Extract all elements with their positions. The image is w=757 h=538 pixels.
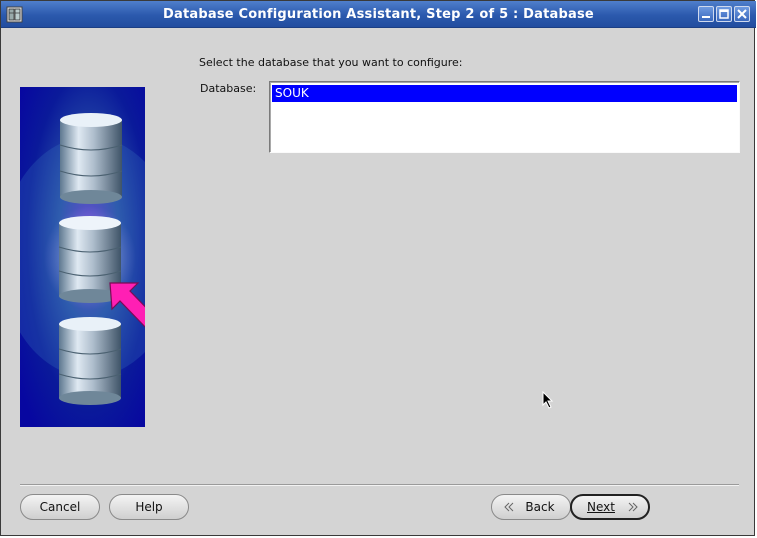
maximize-button[interactable]	[716, 6, 732, 22]
help-button-label: Help	[135, 500, 163, 514]
back-button[interactable]: Back	[491, 494, 571, 520]
title-bar[interactable]: Database Configuration Assistant, Step 2…	[1, 1, 756, 28]
cancel-button-label: Cancel	[39, 500, 81, 514]
next-button[interactable]: Next	[570, 494, 650, 520]
database-label: Database:	[200, 82, 257, 95]
database-list-item[interactable]: SOUK	[272, 85, 737, 102]
chevron-right-icon	[628, 502, 638, 512]
chevron-left-icon	[504, 502, 514, 512]
database-icon	[59, 113, 123, 204]
mouse-pointer-icon	[542, 391, 554, 409]
window-title: Database Configuration Assistant, Step 2…	[163, 7, 594, 22]
dialog-window: Database Configuration Assistant, Step 2…	[0, 0, 756, 536]
button-separator	[20, 484, 739, 486]
minimize-button[interactable]	[698, 6, 714, 22]
minimize-icon	[702, 16, 710, 18]
side-illustration	[20, 87, 145, 427]
database-icon	[58, 317, 122, 405]
select-database-prompt: Select the database that you want to con…	[199, 56, 463, 69]
help-button[interactable]: Help	[109, 494, 189, 520]
back-button-label: Back	[525, 500, 555, 514]
database-listbox[interactable]: SOUK	[269, 81, 740, 153]
next-button-label: Next	[587, 500, 615, 514]
maximize-icon	[719, 9, 729, 19]
close-icon	[737, 9, 747, 19]
close-button[interactable]	[734, 6, 750, 22]
cancel-button[interactable]: Cancel	[20, 494, 100, 520]
